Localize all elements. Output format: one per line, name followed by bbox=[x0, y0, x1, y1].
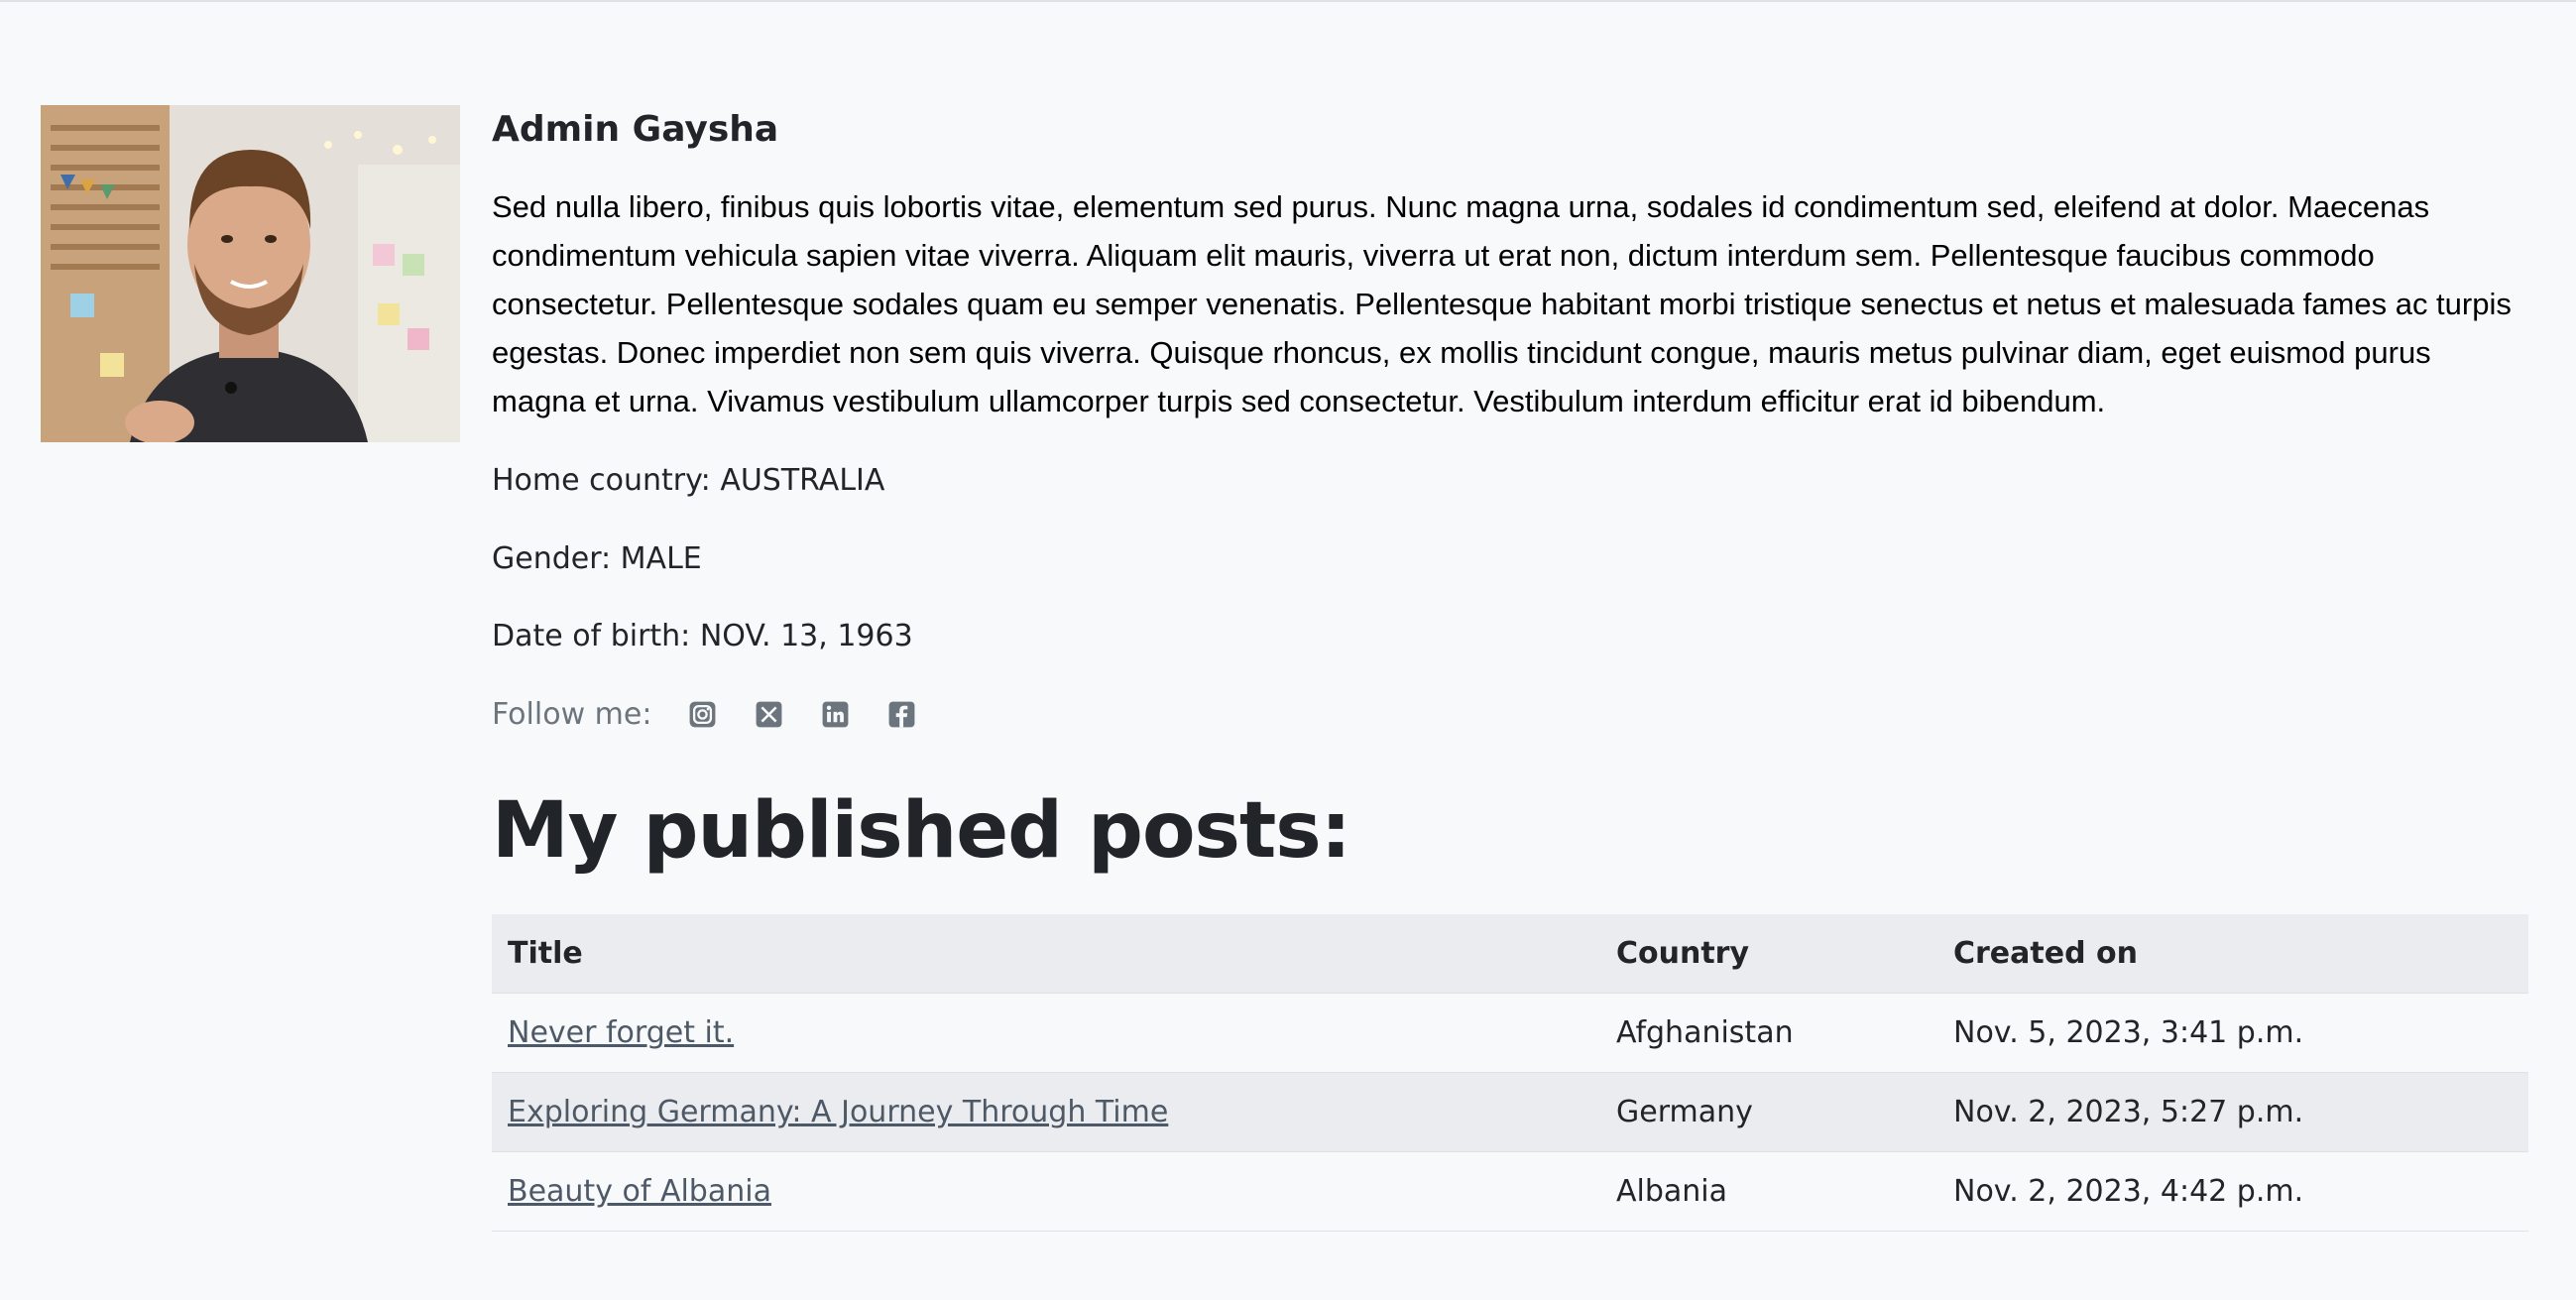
post-created-on: Nov. 5, 2023, 3:41 p.m. bbox=[1937, 993, 2528, 1073]
post-country: Afghanistan bbox=[1600, 993, 1937, 1073]
posts-table: Title Country Created on Never forget it… bbox=[492, 914, 2528, 1232]
post-title-link[interactable]: Beauty of Albania bbox=[508, 1174, 771, 1209]
post-title-link[interactable]: Never forget it. bbox=[508, 1015, 734, 1050]
follow-row: Follow me: bbox=[492, 694, 2528, 734]
author-bio: Sed nulla libero, finibus quis lobortis … bbox=[492, 189, 2512, 418]
column-header-country: Country bbox=[1600, 914, 1937, 994]
linkedin-icon bbox=[823, 701, 849, 727]
post-country: Albania bbox=[1600, 1151, 1937, 1232]
author-name: Admin Gaysha bbox=[492, 109, 779, 150]
linkedin-link[interactable] bbox=[820, 699, 851, 730]
post-title-cell: Beauty of Albania bbox=[492, 1151, 1600, 1232]
post-title-cell: Never forget it. bbox=[492, 993, 1600, 1073]
follow-label: Follow me: bbox=[492, 696, 652, 732]
profile-content: Admin Gaysha Sed nulla libero, finibus q… bbox=[492, 101, 2528, 1232]
instagram-icon bbox=[690, 701, 716, 727]
date-of-birth: Date of birth: NOV. 13, 1963 bbox=[492, 619, 913, 653]
table-header-row: Title Country Created on bbox=[492, 914, 2528, 994]
x-twitter-link[interactable] bbox=[754, 699, 784, 730]
instagram-link[interactable] bbox=[687, 699, 718, 730]
table-row: Exploring Germany: A Journey Through Tim… bbox=[492, 1072, 2528, 1152]
posts-heading: My published posts: bbox=[492, 786, 1351, 876]
column-header-title: Title bbox=[492, 914, 1600, 994]
table-row: Never forget it. Afghanistan Nov. 5, 202… bbox=[492, 993, 2528, 1073]
post-title-link[interactable]: Exploring Germany: A Journey Through Tim… bbox=[508, 1095, 1168, 1129]
post-created-on: Nov. 2, 2023, 4:42 p.m. bbox=[1937, 1151, 2528, 1232]
facebook-icon bbox=[889, 701, 915, 727]
post-created-on: Nov. 2, 2023, 5:27 p.m. bbox=[1937, 1072, 2528, 1152]
profile-photo-image bbox=[41, 105, 460, 442]
facebook-link[interactable] bbox=[886, 699, 917, 730]
table-row: Beauty of Albania Albania Nov. 2, 2023, … bbox=[492, 1151, 2528, 1232]
x-twitter-icon bbox=[757, 701, 782, 727]
post-title-cell: Exploring Germany: A Journey Through Tim… bbox=[492, 1072, 1600, 1152]
post-country: Germany bbox=[1600, 1072, 1937, 1152]
profile-photo bbox=[41, 105, 460, 442]
gender: Gender: MALE bbox=[492, 541, 702, 576]
home-country: Home country: AUSTRALIA bbox=[492, 463, 885, 498]
column-header-created-on: Created on bbox=[1937, 914, 2528, 994]
